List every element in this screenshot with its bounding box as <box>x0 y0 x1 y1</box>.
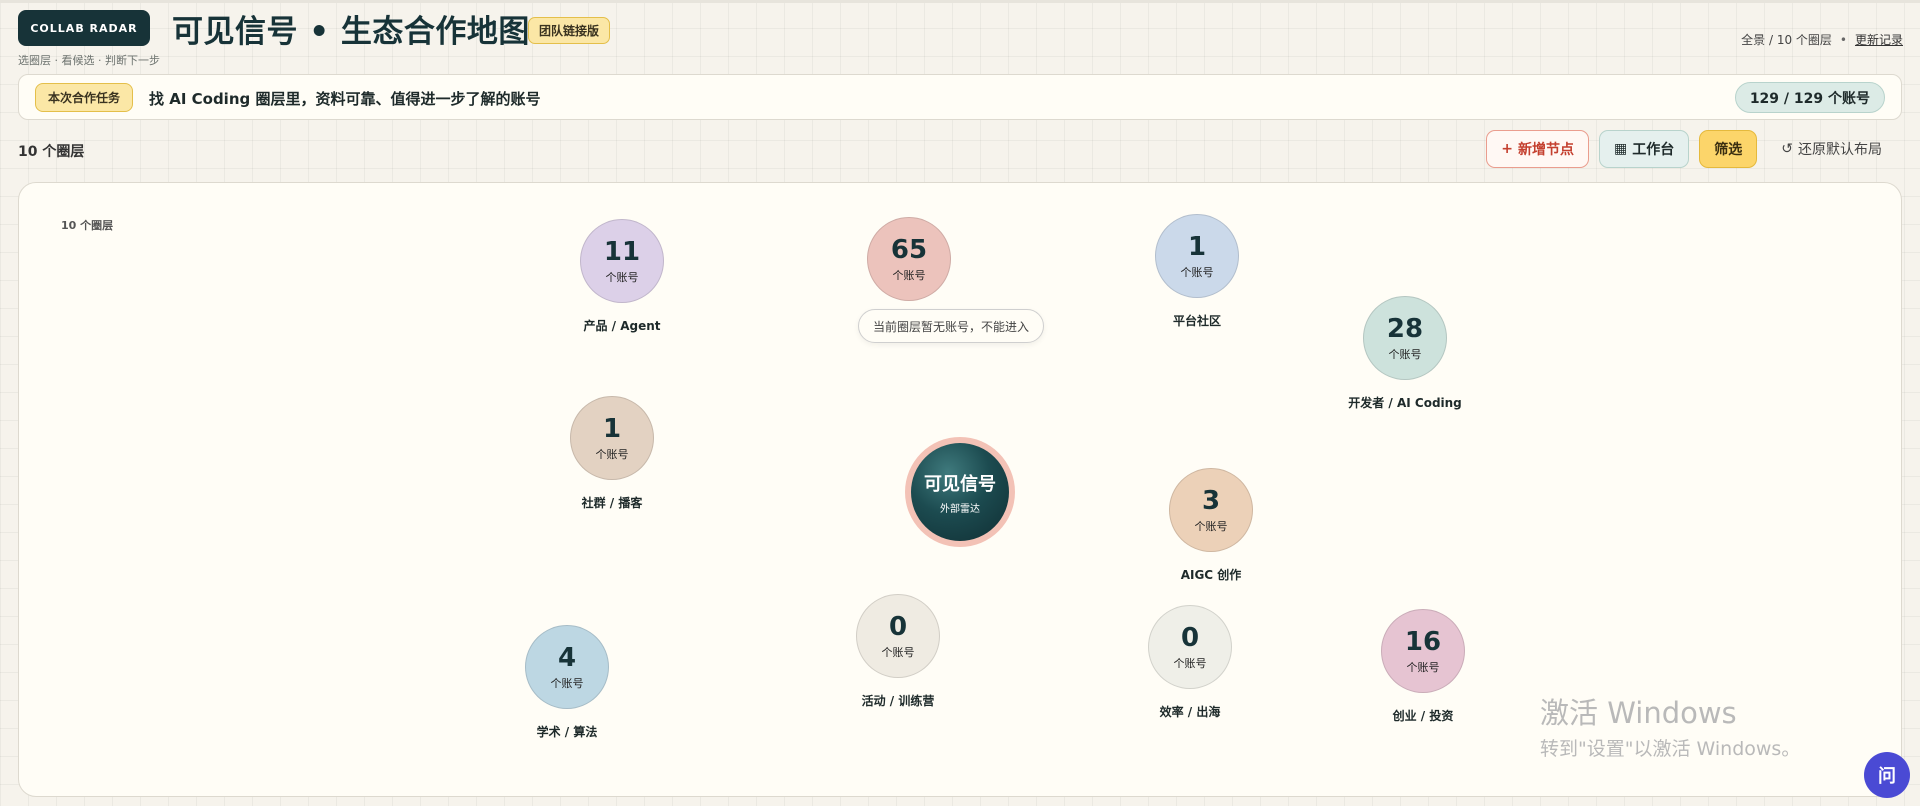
reset-icon: ↺ <box>1781 141 1793 157</box>
add-node-label: 新增节点 <box>1518 142 1575 158</box>
task-badge: 本次合作任务 <box>35 83 134 112</box>
layer-node[interactable]: 3 个账号 AIGC 创作 <box>1151 468 1271 583</box>
layer-circle: 16 个账号 <box>1381 609 1465 693</box>
layer-circle: 28 个账号 <box>1363 296 1447 380</box>
layer-account-unit: 个账号 <box>595 448 629 461</box>
layer-node[interactable]: 65 个账号 <box>849 217 969 301</box>
layer-circle: 65 个账号 <box>867 217 951 301</box>
layer-circle: 1 个账号 <box>570 396 654 480</box>
reset-layout-button[interactable]: ↺ 还原默认布局 <box>1767 130 1896 168</box>
layer-account-count: 0 <box>1180 623 1200 653</box>
layer-label: 平台社区 <box>1172 314 1221 328</box>
toolbar: + 新增节点 ▦ 工作台 筛选 ↺ 还原默认布局 <box>1486 130 1896 168</box>
add-node-button[interactable]: + 新增节点 <box>1486 130 1590 168</box>
layer-account-unit: 个账号 <box>605 271 639 284</box>
layer-label: 开发者 / AI Coding <box>1348 396 1462 410</box>
layer-account-count: 1 <box>1187 232 1207 262</box>
layer-circle: 4 个账号 <box>525 625 609 709</box>
layer-account-count: 3 <box>1201 486 1221 516</box>
grid-icon: ▦ <box>1614 141 1628 157</box>
center-node[interactable]: 可见信号 外部雷达 <box>905 437 1015 547</box>
center-node-core: 可见信号 外部雷达 <box>911 443 1009 541</box>
layer-account-unit: 个账号 <box>892 269 926 282</box>
layer-label: 学术 / 算法 <box>536 725 598 739</box>
layer-node[interactable]: 0 个账号效率 / 出海 <box>1130 605 1250 720</box>
brand-logo: COLLAB RADAR <box>18 10 150 46</box>
layer-account-unit: 个账号 <box>550 677 584 690</box>
account-count-badge: 129 / 129 个账号 <box>1734 82 1885 113</box>
layer-node[interactable]: 1 个账号社群 / 播客 <box>552 396 672 511</box>
canvas-layer-count: 10 个圈层 <box>61 219 114 232</box>
workbench-label: 工作台 <box>1632 142 1675 158</box>
help-button[interactable]: 问 <box>1864 752 1910 798</box>
layer-label: AIGC 创作 <box>1180 568 1242 582</box>
layer-account-count: 28 <box>1386 314 1424 344</box>
layer-account-count: 0 <box>888 612 908 642</box>
header-meta: 全景 / 10 个圈层 • 更新记录 <box>1741 31 1903 48</box>
filter-button[interactable]: 筛选 <box>1699 130 1758 168</box>
layer-node[interactable]: 1 个账号平台社区 <box>1137 214 1257 329</box>
watermark-line2: 转到"设置"以激活 Windows。 <box>1540 738 1801 760</box>
page-title: 可见信号 • 生态合作地图 <box>172 14 530 50</box>
empty-layer-tooltip: 当前圈层暂无账号，不能进入 <box>858 309 1045 343</box>
meta-separator: • <box>1839 32 1847 47</box>
layer-circle: 3 个账号 <box>1169 468 1253 552</box>
layer-label: 效率 / 出海 <box>1159 705 1221 719</box>
filter-label: 筛选 <box>1714 142 1743 158</box>
layer-account-count: 4 <box>557 643 577 673</box>
center-subtitle: 外部雷达 <box>940 503 980 515</box>
layer-circle: 0 个账号 <box>856 594 940 678</box>
task-bar: 本次合作任务 找 AI Coding 圈层里，资料可靠、值得进一步了解的账号 1… <box>18 74 1902 120</box>
layer-account-count: 65 <box>890 235 928 265</box>
layer-count: 10 个圈层 <box>18 144 85 160</box>
reset-layout-label: 还原默认布局 <box>1798 142 1882 158</box>
workbench-button[interactable]: ▦ 工作台 <box>1599 130 1690 168</box>
layer-node[interactable]: 11 个账号产品 / Agent <box>562 219 682 334</box>
center-title: 可见信号 <box>924 473 996 495</box>
task-description: 找 AI Coding 圈层里，资料可靠、值得进一步了解的账号 <box>149 90 541 108</box>
watermark-line1: 激活 Windows <box>1540 696 1737 730</box>
layer-label: 创业 / 投资 <box>1392 709 1454 723</box>
layer-account-unit: 个账号 <box>1406 661 1440 674</box>
layer-account-unit: 个账号 <box>1388 348 1422 361</box>
layer-label: 活动 / 训练营 <box>861 694 935 708</box>
edition-badge: 团队链接版 <box>528 17 611 44</box>
layer-account-unit: 个账号 <box>1173 657 1207 670</box>
layer-label: 社群 / 播客 <box>581 496 643 510</box>
layer-label: 产品 / Agent <box>583 319 661 333</box>
layer-circle: 1 个账号 <box>1155 214 1239 298</box>
windows-activation-watermark: 激活 Windows 转到"设置"以激活 Windows。 <box>1540 690 1800 761</box>
layer-account-unit: 个账号 <box>1194 520 1228 533</box>
layer-account-unit: 个账号 <box>881 646 915 659</box>
plus-icon: + <box>1501 141 1514 157</box>
layer-node[interactable]: 4 个账号学术 / 算法 <box>507 625 627 740</box>
changelog-link[interactable]: 更新记录 <box>1855 31 1903 48</box>
layer-account-count: 1 <box>602 414 622 444</box>
layer-node[interactable]: 0 个账号活动 / 训练营 <box>828 594 968 709</box>
layer-account-count: 11 <box>603 237 641 267</box>
page-subtitle: 选圈层 · 看候选 · 判断下一步 <box>18 54 160 67</box>
layer-account-count: 16 <box>1404 627 1442 657</box>
layer-circle: 0 个账号 <box>1148 605 1232 689</box>
layer-node[interactable]: 28 个账号开发者 / AI Coding <box>1325 296 1485 411</box>
scope-text: 全景 / 10 个圈层 <box>1741 33 1832 47</box>
layer-account-unit: 个账号 <box>1180 266 1214 279</box>
layer-node[interactable]: 16 个账号创业 / 投资 <box>1363 609 1483 724</box>
layer-circle: 11 个账号 <box>580 219 664 303</box>
top-divider <box>0 0 1920 3</box>
